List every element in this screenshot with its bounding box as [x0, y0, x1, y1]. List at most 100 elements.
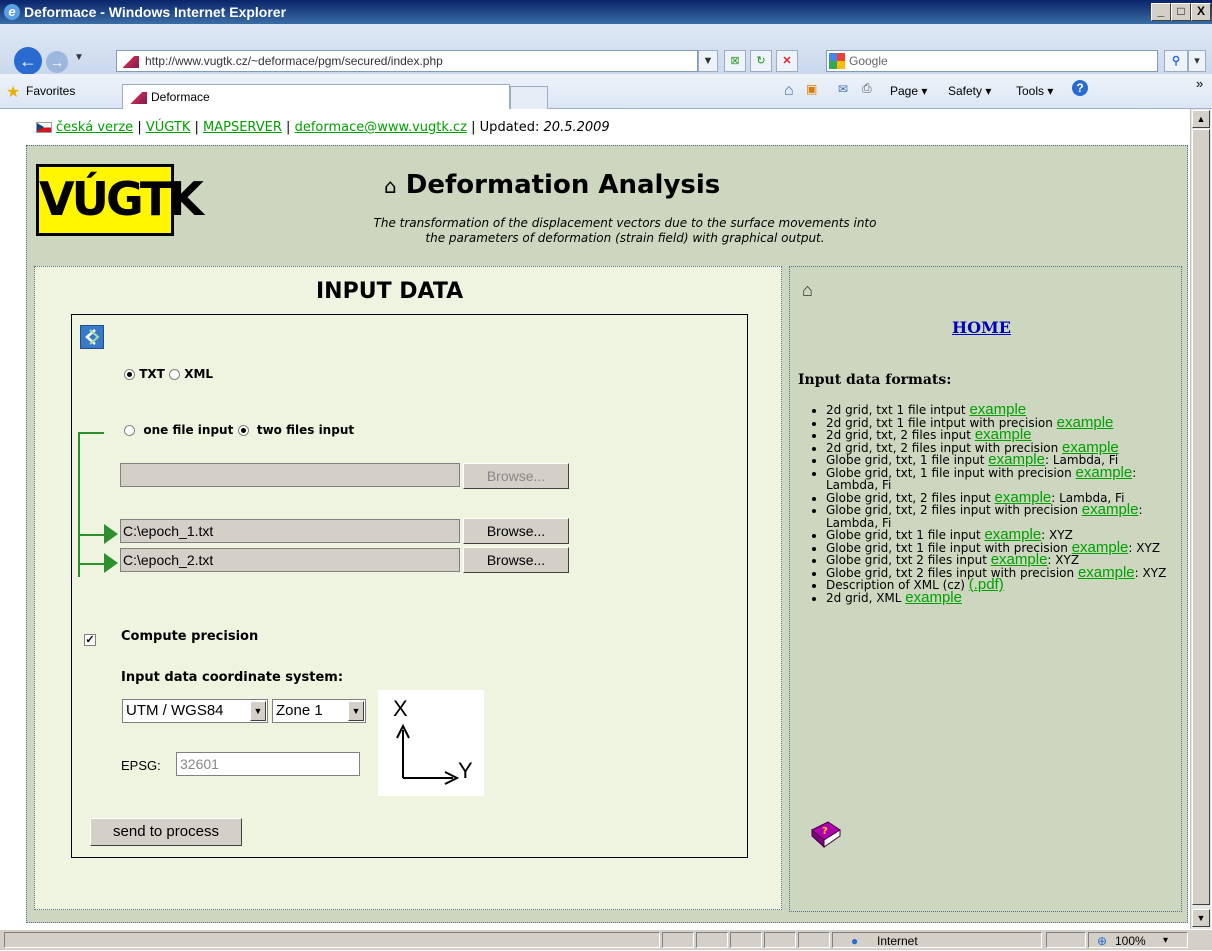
projection-select[interactable]: UTM / WGS84 ▼: [122, 699, 268, 723]
mail-icon[interactable]: ✉: [838, 82, 848, 96]
page-title: ⌂ Deformation Analysis: [384, 170, 720, 200]
zone-label: Internet: [877, 934, 918, 948]
print-icon[interactable]: ⎙: [862, 81, 872, 96]
home-link[interactable]: HOME: [952, 318, 1011, 337]
page-subtitle: The transformation of the displacement v…: [310, 216, 940, 246]
zone-cell: ● Internet: [832, 932, 1042, 948]
scroll-down-icon[interactable]: ▼: [1192, 909, 1210, 927]
email-link[interactable]: deformace@www.vugtk.cz: [295, 120, 467, 135]
maximize-button[interactable]: □: [1171, 3, 1191, 21]
input-data-heading: INPUT DATA: [316, 279, 464, 304]
help-icon[interactable]: ?: [1072, 80, 1088, 96]
send-to-process-button[interactable]: send to process: [90, 818, 242, 846]
two-files-radio[interactable]: [237, 425, 249, 436]
format-example-link[interactable]: example: [1076, 464, 1133, 481]
status-text-cell: [4, 932, 660, 948]
address-url: http://www.vugtk.cz/~deformace/pgm/secur…: [145, 54, 443, 68]
vertical-scrollbar[interactable]: ▲ ▼: [1190, 109, 1211, 929]
vugtk-logo[interactable]: VÚGTK: [36, 164, 204, 236]
protected-mode-icon[interactable]: [1046, 932, 1086, 948]
separator: |: [137, 120, 142, 135]
forward-arrow-icon[interactable]: →: [46, 51, 68, 73]
page-title-text: Deformation Analysis: [405, 170, 721, 200]
format-example-link[interactable]: example: [1082, 501, 1139, 518]
format-xml-radio[interactable]: [169, 369, 180, 380]
single-file-browse-button: Browse...: [463, 463, 569, 489]
toolbar-overflow-chevron[interactable]: »: [1196, 76, 1203, 91]
format-txt-label: TXT: [139, 367, 165, 381]
site-favicon-icon: [123, 55, 139, 68]
page-menu[interactable]: Page ▾: [890, 84, 927, 98]
zoom-level: 100%: [1115, 934, 1146, 948]
address-bar[interactable]: http://www.vugtk.cz/~deformace/pgm/secur…: [116, 50, 698, 72]
top-links-bar: česká verze | VÚGTK | MAPSERVER | deform…: [36, 120, 610, 135]
separator: |: [286, 120, 291, 135]
vugtk-link[interactable]: VÚGTK: [146, 120, 190, 135]
epoch2-file-input[interactable]: C:\epoch_2.txt: [120, 548, 460, 572]
safety-menu[interactable]: Safety ▾: [948, 84, 991, 98]
epoch1-browse-button[interactable]: Browse...: [463, 518, 569, 544]
compatibility-view-icon[interactable]: ⊠: [724, 50, 746, 72]
refresh-icon[interactable]: ↻: [750, 50, 772, 72]
favorites-star-icon[interactable]: ★: [6, 82, 20, 102]
search-icon[interactable]: ⚲: [1164, 50, 1188, 72]
scroll-up-icon[interactable]: ▲: [1192, 110, 1210, 128]
search-options-icon[interactable]: ▾: [1188, 50, 1206, 72]
single-file-input: [120, 463, 460, 487]
mapserver-link[interactable]: MAPSERVER: [203, 120, 282, 135]
home-house-icon[interactable]: ⌂: [802, 280, 813, 301]
axis-diagram: X Y: [378, 690, 484, 796]
separator: |: [194, 120, 199, 135]
scroll-thumb[interactable]: [1192, 129, 1210, 905]
bracket-line: [78, 432, 104, 434]
format-xml-label: XML: [184, 367, 214, 381]
close-button[interactable]: X: [1191, 3, 1211, 21]
minimize-button[interactable]: _: [1151, 3, 1171, 21]
feeds-icon[interactable]: ▣: [806, 82, 817, 96]
favorites-button[interactable]: Favorites: [26, 84, 75, 98]
status-cell: [730, 932, 762, 948]
swap-arrows-icon[interactable]: [80, 325, 104, 349]
chevron-down-icon: ▼: [348, 701, 364, 721]
czech-version-link[interactable]: česká verze: [56, 120, 133, 135]
stop-icon[interactable]: ✕: [776, 50, 798, 72]
back-arrow-icon[interactable]: ←: [14, 47, 42, 75]
search-box[interactable]: Google: [826, 50, 1158, 72]
window-title: Deformace - Windows Internet Explorer: [24, 4, 287, 20]
bracket-line: [78, 432, 80, 577]
format-example-link[interactable]: example: [1072, 539, 1129, 556]
help-book-icon[interactable]: ?: [808, 820, 841, 849]
two-files-label: two files input: [256, 423, 355, 437]
format-example-link[interactable]: example: [905, 589, 962, 606]
czech-flag-icon: [36, 122, 52, 133]
format-txt-radio[interactable]: [124, 369, 135, 380]
format-list-item: 2d grid, XML example: [826, 589, 1188, 606]
projection-value: UTM / WGS84: [126, 702, 224, 719]
subtitle-line-2: the parameters of deformation (strain fi…: [425, 231, 825, 245]
zone-select[interactable]: Zone 1 ▼: [272, 699, 366, 723]
home-icon[interactable]: ⌂: [784, 82, 794, 100]
tools-menu[interactable]: Tools ▾: [1016, 84, 1053, 98]
format-example-link[interactable]: (.pdf): [969, 576, 1004, 593]
compute-precision-label: Compute precision: [121, 629, 259, 644]
updated-label: Updated:: [479, 120, 540, 135]
epsg-input[interactable]: 32601: [176, 752, 360, 776]
format-example-link[interactable]: example: [1057, 414, 1114, 431]
format-suffix: : XYZ: [1128, 540, 1161, 555]
history-dropdown-icon[interactable]: ▼: [74, 52, 84, 63]
format-radio-group: TXT XML: [124, 367, 213, 381]
epoch2-browse-button[interactable]: Browse...: [463, 547, 569, 573]
zoom-cell[interactable]: ⊕ 100% ▾: [1088, 932, 1188, 948]
chevron-down-icon: ▼: [250, 701, 266, 721]
epoch1-file-input[interactable]: C:\epoch_1.txt: [120, 519, 460, 543]
status-cell: [662, 932, 694, 948]
search-placeholder: Google: [849, 54, 888, 68]
address-dropdown-icon[interactable]: ▼: [698, 50, 718, 72]
one-file-radio[interactable]: [124, 425, 135, 436]
page-header: [30, 148, 1182, 264]
format-example-link[interactable]: example: [1078, 564, 1135, 581]
tab-deformace[interactable]: Deformace: [122, 84, 510, 109]
zone-value: Zone 1: [276, 702, 323, 719]
compute-precision-checkbox[interactable]: ✓: [84, 634, 96, 646]
new-tab-button[interactable]: [510, 86, 548, 109]
